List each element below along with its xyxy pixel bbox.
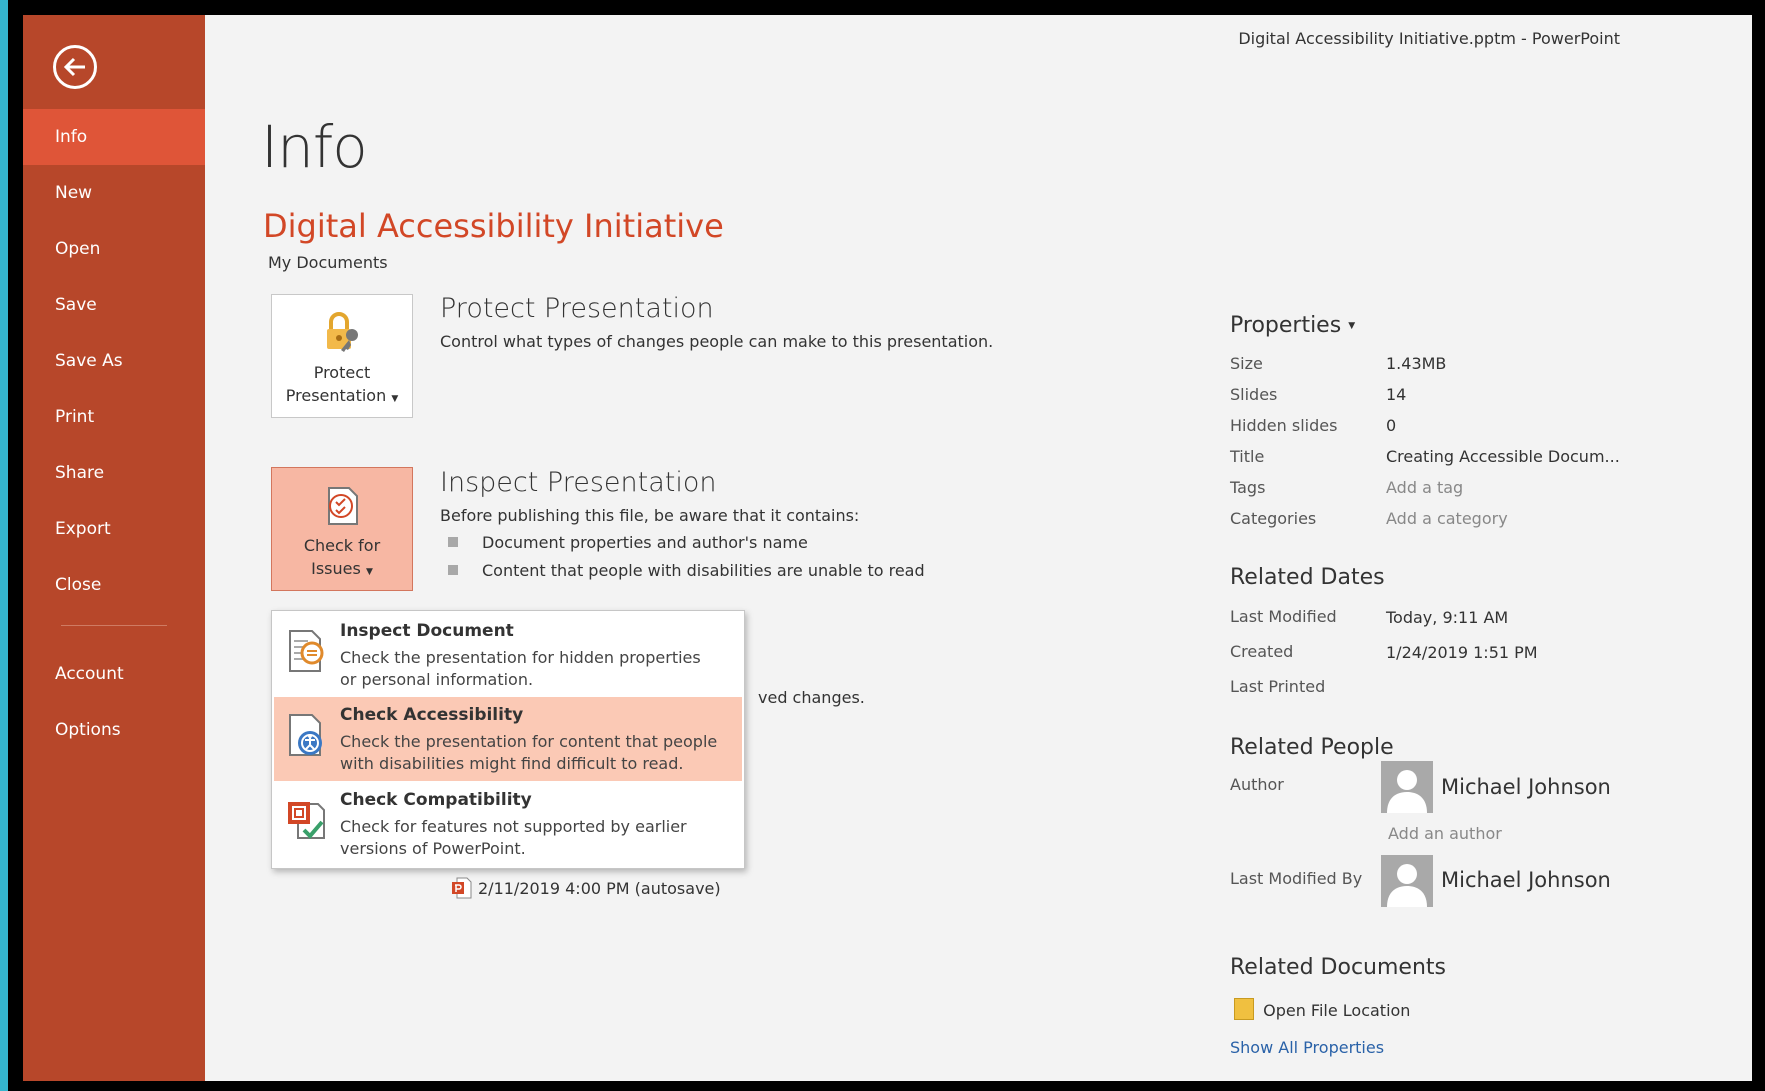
menu-item-desc: Check the presentation for hidden proper…	[340, 648, 701, 667]
sidebar-item-export[interactable]: Export	[23, 501, 205, 557]
inspect-description: Before publishing this file, be aware th…	[440, 506, 860, 525]
modified-by-avatar[interactable]	[1381, 855, 1433, 907]
sidebar-item-save[interactable]: Save	[23, 277, 205, 333]
prop-label-categories: Categories	[1230, 509, 1317, 528]
inspect-heading: Inspect Presentation	[440, 467, 717, 498]
sidebar-item-new[interactable]: New	[23, 165, 205, 221]
menu-item-check-compatibility[interactable]: Check Compatibility Check for features n…	[274, 782, 742, 866]
menu-item-desc: Check for features not supported by earl…	[340, 817, 687, 836]
menu-item-desc: or personal information.	[340, 670, 534, 689]
autosave-label: 2/11/2019 4:00 PM (autosave)	[478, 879, 721, 898]
date-label-created: Created	[1230, 642, 1294, 661]
menu-item-desc: Check the presentation for content that …	[340, 732, 718, 751]
add-category-field[interactable]: Add a category	[1386, 509, 1508, 528]
modified-by-name[interactable]: Michael Johnson	[1441, 868, 1611, 892]
person-icon	[1387, 864, 1427, 907]
check-for-issues-button[interactable]: Check for Issues ▼	[271, 467, 413, 591]
menu-item-desc: with disabilities might find difficult t…	[340, 754, 684, 773]
sidebar-item-close[interactable]: Close	[23, 557, 205, 613]
menu-item-inspect-document[interactable]: Inspect Document Check the presentation …	[274, 613, 742, 697]
sidebar-item-save-as[interactable]: Save As	[23, 333, 205, 389]
sidebar-item-info[interactable]: Info	[23, 109, 205, 165]
date-label-last-modified: Last Modified	[1230, 607, 1337, 626]
author-name[interactable]: Michael Johnson	[1441, 775, 1611, 799]
menu-item-check-accessibility[interactable]: Check Accessibility Check the presentati…	[274, 697, 742, 781]
person-icon	[1387, 770, 1427, 813]
folder-icon	[1234, 998, 1254, 1020]
protect-button-label-1: Protect	[313, 363, 371, 382]
backstage-window: Info New Open Save Save As Print Share E…	[23, 15, 1752, 1081]
menu-item-title: Check Accessibility	[340, 705, 524, 725]
add-tag-field[interactable]: Add a tag	[1386, 478, 1463, 497]
prop-label-slides: Slides	[1230, 385, 1278, 404]
prop-value-slides: 14	[1386, 385, 1407, 404]
author-avatar[interactable]	[1381, 761, 1433, 813]
prop-value-title[interactable]: Creating Accessible Docum...	[1386, 447, 1620, 466]
prop-label-size: Size	[1230, 354, 1263, 373]
related-documents-heading: Related Documents	[1230, 955, 1446, 980]
protect-button-label-2: Presentation	[285, 386, 387, 405]
prop-label-tags: Tags	[1230, 478, 1266, 497]
back-arrow-icon	[63, 57, 85, 77]
date-value-last-modified: Today, 9:11 AM	[1386, 608, 1509, 627]
autosave-version[interactable]: 2/11/2019 4:00 PM (autosave)	[452, 877, 721, 899]
menu-item-title: Inspect Document	[340, 621, 514, 641]
last-modified-by-label: Last Modified By	[1230, 869, 1363, 888]
prop-label-title: Title	[1230, 447, 1265, 466]
inspect-document-icon	[289, 630, 324, 672]
accessibility-icon	[289, 714, 322, 756]
sidebar-item-account[interactable]: Account	[23, 646, 205, 702]
sidebar-nav: Info New Open Save Save As Print Share E…	[23, 109, 205, 758]
sidebar-divider	[61, 625, 167, 626]
show-all-properties-link[interactable]: Show All Properties	[1230, 1038, 1384, 1057]
versions-partial-text: ved changes.	[758, 688, 865, 707]
sidebar-item-share[interactable]: Share	[23, 445, 205, 501]
sidebar-item-open[interactable]: Open	[23, 221, 205, 277]
protect-description: Control what types of changes people can…	[440, 332, 994, 351]
properties-heading[interactable]: Properties ▼	[1230, 313, 1355, 338]
menu-item-desc: versions of PowerPoint.	[340, 839, 526, 858]
document-title: Digital Accessibility Initiative	[263, 207, 724, 245]
menu-item-title: Check Compatibility	[340, 790, 532, 810]
window-title: Digital Accessibility Initiative.pptm - …	[1238, 29, 1620, 48]
issues-button-label-2: Issues	[311, 559, 361, 578]
window-edge	[0, 0, 8, 1091]
page-title: Info	[261, 113, 368, 181]
back-button[interactable]	[53, 45, 97, 89]
open-file-location-link[interactable]: Open File Location	[1234, 998, 1410, 1020]
protect-heading: Protect Presentation	[440, 293, 714, 324]
powerpoint-file-icon	[452, 877, 472, 899]
prop-label-hidden-slides: Hidden slides	[1230, 416, 1338, 435]
sidebar-item-options[interactable]: Options	[23, 702, 205, 758]
date-value-created: 1/24/2019 1:51 PM	[1386, 643, 1538, 662]
prop-value-hidden-slides: 0	[1386, 416, 1397, 435]
checklist-icon	[328, 487, 358, 525]
backstage-sidebar: Info New Open Save Save As Print Share E…	[23, 15, 205, 1081]
issues-button-label-1: Check for	[303, 536, 381, 555]
inspect-bullet: Document properties and author's name	[448, 533, 808, 552]
check-for-issues-menu: Inspect Document Check the presentation …	[271, 610, 745, 869]
prop-value-size: 1.43MB	[1386, 354, 1447, 373]
dropdown-caret-icon: ▼	[391, 394, 399, 404]
add-author-link[interactable]: Add an author	[1388, 824, 1502, 843]
protect-presentation-button[interactable]: Protect Presentation ▼	[271, 294, 413, 418]
inspect-bullet: Content that people with disabilities ar…	[448, 561, 925, 580]
compatibility-icon	[288, 802, 325, 839]
document-location[interactable]: My Documents	[268, 253, 388, 272]
related-dates-heading: Related Dates	[1230, 565, 1385, 590]
author-label: Author	[1230, 775, 1284, 794]
date-label-last-printed: Last Printed	[1230, 677, 1326, 696]
sidebar-item-print[interactable]: Print	[23, 389, 205, 445]
dropdown-caret-icon: ▼	[1348, 321, 1356, 331]
related-people-heading: Related People	[1230, 735, 1394, 760]
lock-key-icon	[327, 312, 358, 352]
dropdown-caret-icon: ▼	[365, 567, 373, 577]
